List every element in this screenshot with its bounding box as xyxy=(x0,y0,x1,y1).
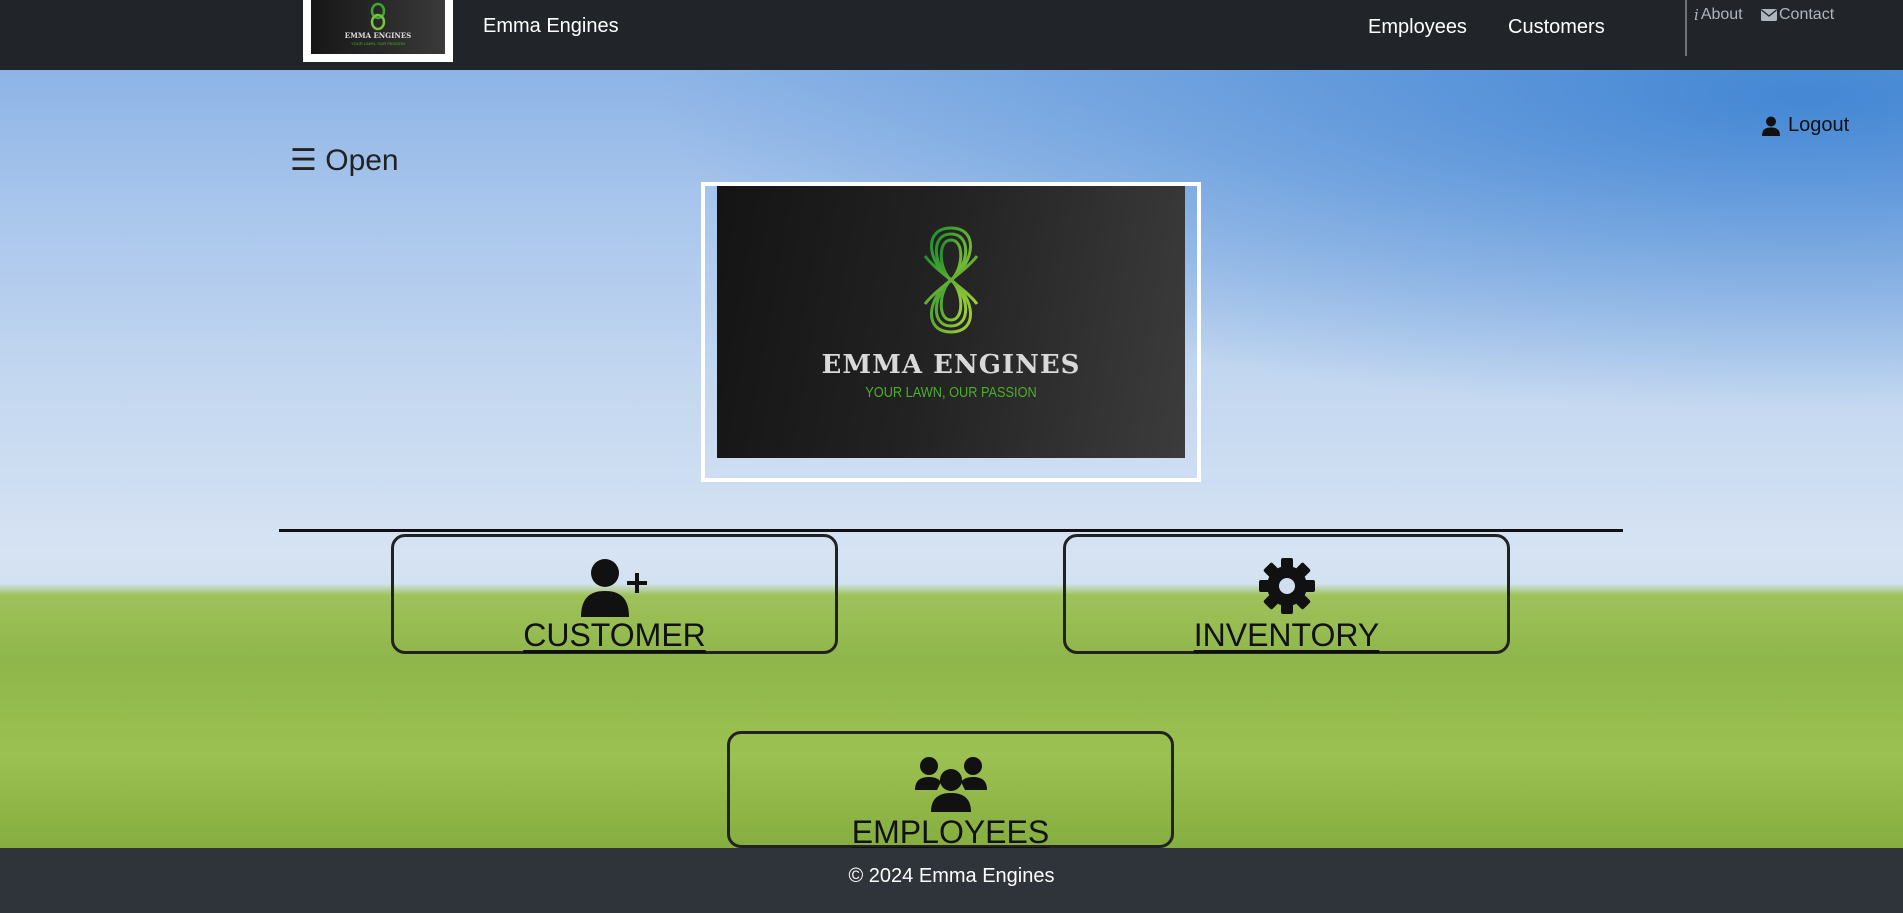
about-label: About xyxy=(1700,6,1743,23)
envelope-icon xyxy=(1761,9,1777,21)
user-icon xyxy=(1762,116,1780,136)
top-navbar: EMMA ENGINES YOUR LAWN, OUR PASSION Emma… xyxy=(0,0,1903,70)
hero-logo: EMMA ENGINES YOUR LAWN, OUR PASSION xyxy=(717,186,1185,458)
employees-tile-button[interactable]: EMPLOYEES xyxy=(727,731,1174,848)
logout-link[interactable]: Logout xyxy=(1762,114,1849,137)
divider-line xyxy=(279,529,1623,532)
nav-link-customers[interactable]: Customers xyxy=(1508,16,1605,39)
celtic-knot-icon xyxy=(923,226,979,334)
tile-icon-wrap xyxy=(1066,557,1507,615)
main-content: ☰ Open Logout EMMA ENGINES YOUR LAWN, OU… xyxy=(0,70,1903,848)
tile-icon-wrap xyxy=(394,557,835,617)
brand-logo-link[interactable]: EMMA ENGINES YOUR LAWN, OUR PASSION xyxy=(303,0,453,62)
users-icon xyxy=(914,757,987,812)
tile-icon-wrap xyxy=(730,756,1171,812)
open-sidebar-button[interactable]: ☰ Open xyxy=(290,143,399,178)
brand-name-link[interactable]: Emma Engines xyxy=(483,15,619,38)
nav-divider xyxy=(1685,0,1687,56)
inventory-tile-button[interactable]: INVENTORY xyxy=(1063,534,1510,654)
footer-copyright: © 2024 Emma Engines xyxy=(848,865,1055,887)
inventory-tile-label: INVENTORY xyxy=(1193,617,1380,653)
contact-link[interactable]: Contact xyxy=(1761,6,1834,24)
hero-logo-tagline: YOUR LAWN, OUR PASSION xyxy=(865,384,1037,401)
customer-tile-label: CUSTOMER xyxy=(523,617,706,653)
nav-link-employees[interactable]: Employees xyxy=(1368,16,1467,39)
contact-label: Contact xyxy=(1779,6,1835,23)
hero-logo-frame: EMMA ENGINES YOUR LAWN, OUR PASSION xyxy=(701,182,1201,482)
footer: © 2024 Emma Engines xyxy=(0,848,1903,913)
user-plus-icon xyxy=(580,559,647,617)
info-icon: i xyxy=(1694,6,1699,24)
gear-icon xyxy=(1258,558,1315,614)
brand-logo-image: EMMA ENGINES YOUR LAWN, OUR PASSION xyxy=(345,2,411,46)
svg-text:EMMA ENGINES: EMMA ENGINES xyxy=(345,31,411,40)
about-link[interactable]: i About xyxy=(1694,6,1743,24)
employees-tile-label: EMPLOYEES xyxy=(851,814,1050,848)
brand-logo: EMMA ENGINES YOUR LAWN, OUR PASSION xyxy=(311,0,445,54)
customer-tile-button[interactable]: CUSTOMER xyxy=(391,534,838,654)
hero-logo-title: EMMA ENGINES xyxy=(821,350,1081,380)
logout-label: Logout xyxy=(1788,114,1850,136)
svg-text:YOUR LAWN, OUR PASSION: YOUR LAWN, OUR PASSION xyxy=(351,41,405,46)
